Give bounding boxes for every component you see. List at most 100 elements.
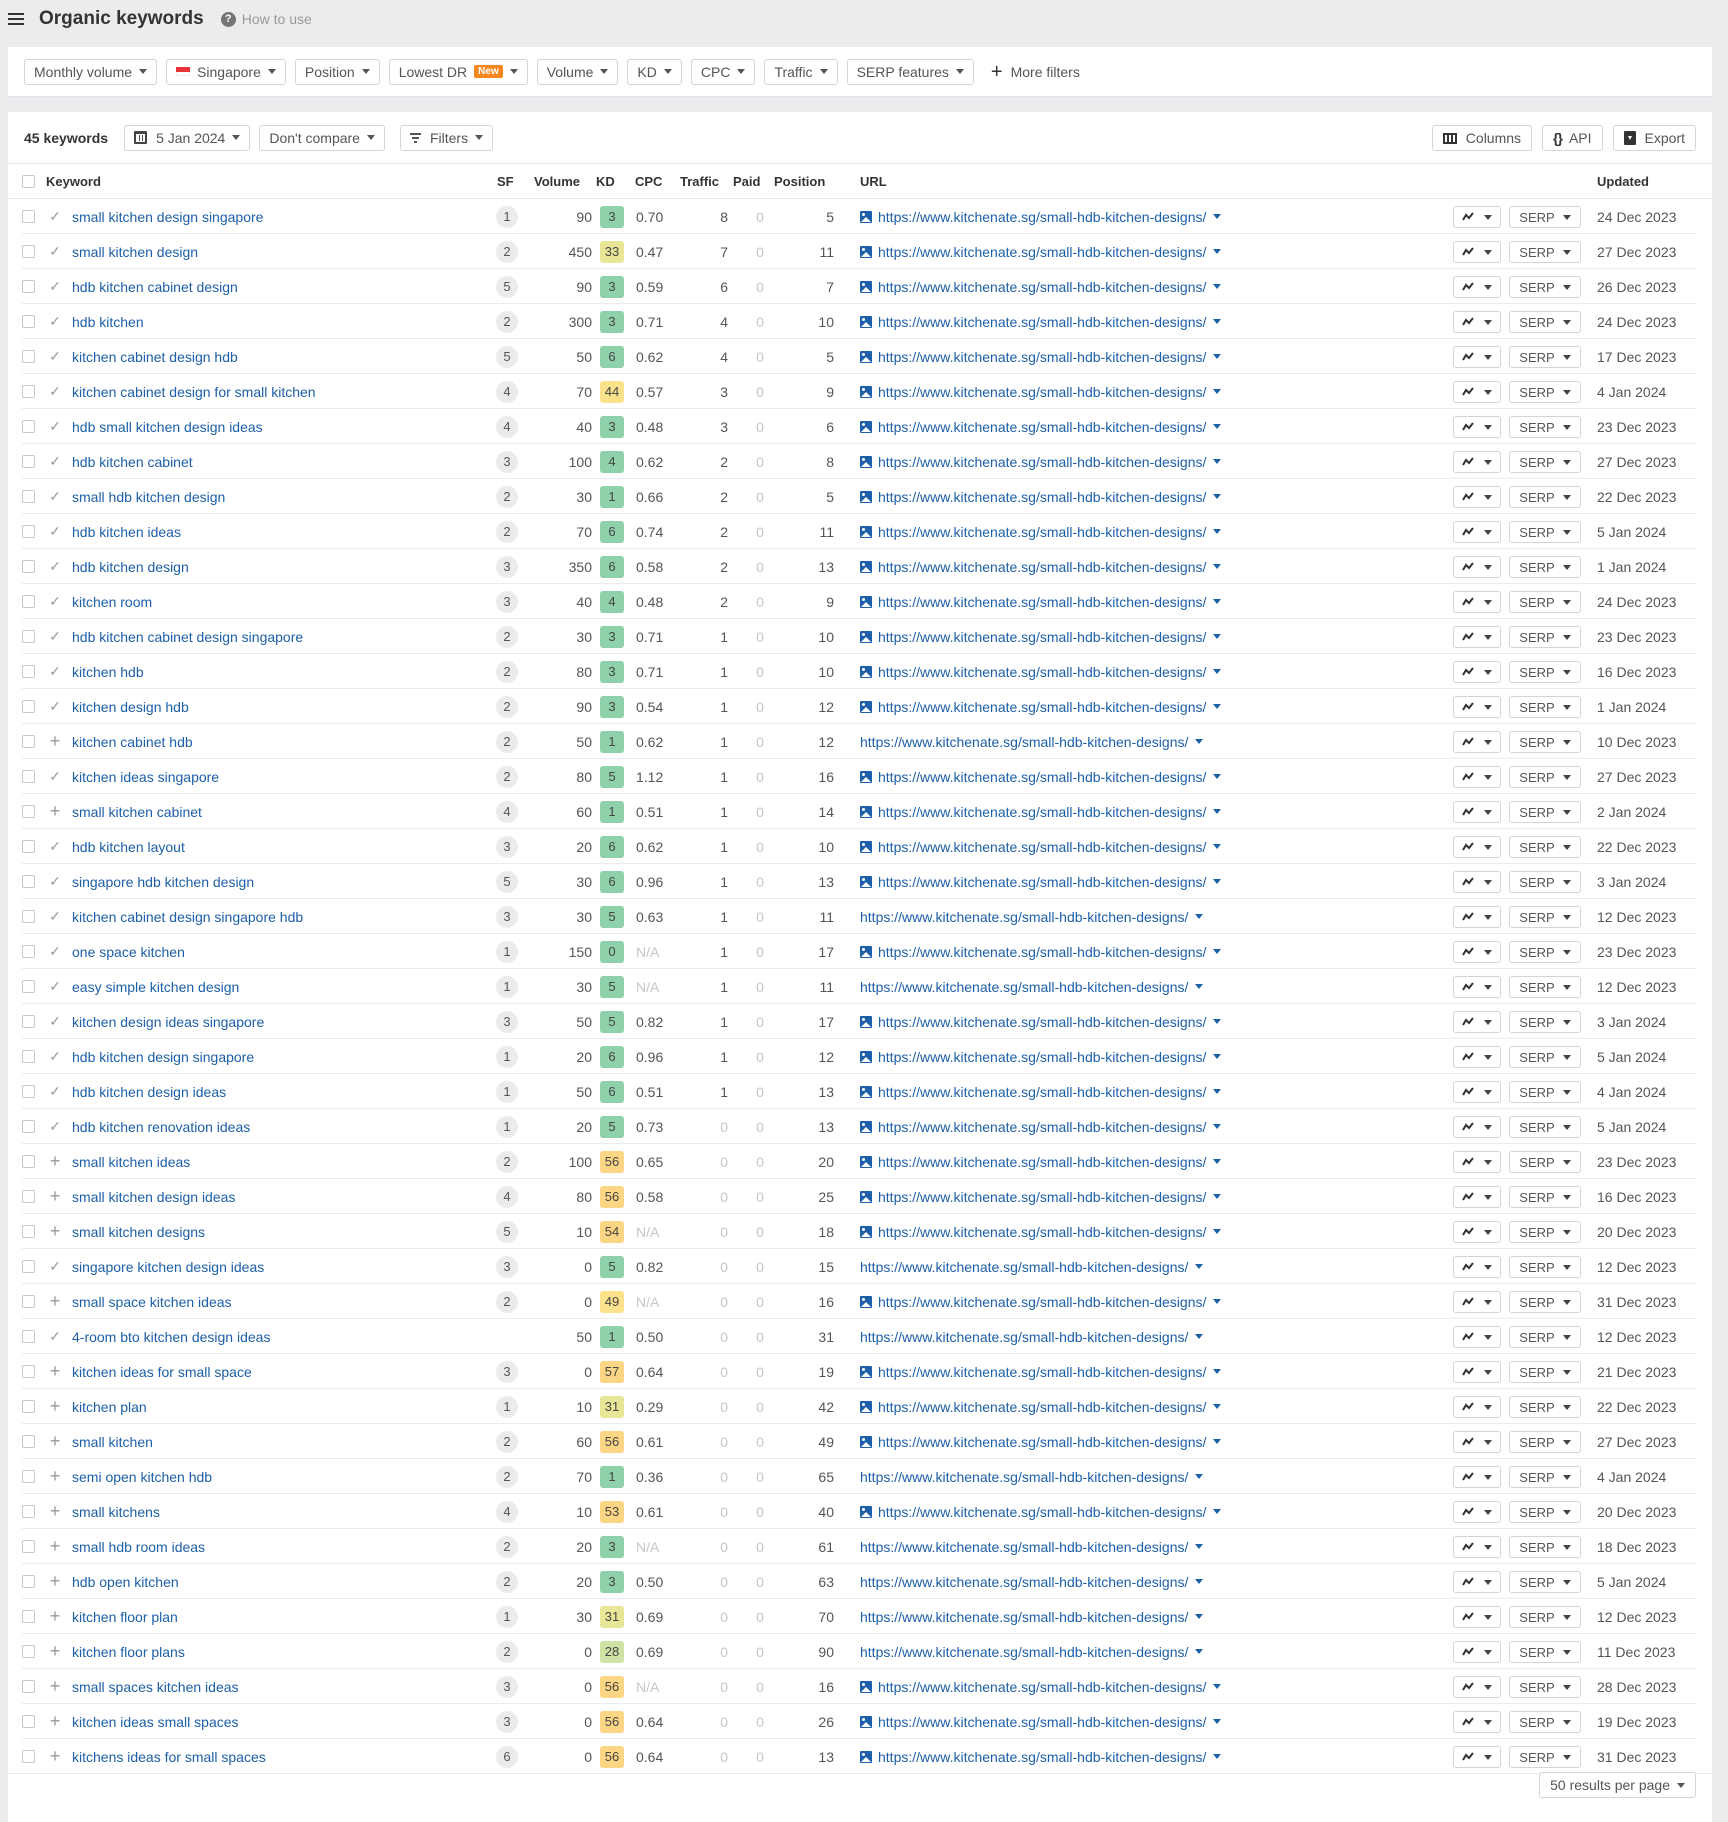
add-plus-icon[interactable]: + bbox=[48, 1179, 62, 1214]
caret-down-icon[interactable] bbox=[1195, 1544, 1204, 1549]
checkmark-icon[interactable]: ✓ bbox=[48, 1039, 62, 1074]
url-link[interactable]: https://www.kitchenate.sg/small-hdb-kitc… bbox=[860, 549, 1222, 584]
keyword-link[interactable]: kitchen ideas small spaces bbox=[72, 1704, 239, 1739]
position-history-button[interactable] bbox=[1453, 941, 1501, 963]
position-history-button[interactable] bbox=[1453, 1606, 1501, 1628]
add-plus-icon[interactable]: + bbox=[48, 1354, 62, 1389]
sf-badge[interactable]: 2 bbox=[496, 695, 518, 718]
caret-down-icon[interactable] bbox=[1195, 1579, 1204, 1584]
caret-down-icon[interactable] bbox=[1213, 1439, 1222, 1444]
add-plus-icon[interactable]: + bbox=[48, 1704, 62, 1739]
serp-dropdown[interactable]: SERP bbox=[1509, 1081, 1581, 1103]
keyword-link[interactable]: small kitchen design ideas bbox=[72, 1179, 235, 1214]
url-link[interactable]: https://www.kitchenate.sg/small-hdb-kitc… bbox=[860, 759, 1222, 794]
checkmark-icon[interactable]: ✓ bbox=[48, 1074, 62, 1109]
caret-down-icon[interactable] bbox=[1213, 1299, 1222, 1304]
serp-dropdown[interactable]: SERP bbox=[1509, 1676, 1581, 1698]
add-plus-icon[interactable]: + bbox=[48, 1669, 62, 1704]
row-checkbox[interactable] bbox=[22, 630, 35, 643]
caret-down-icon[interactable] bbox=[1213, 1684, 1222, 1689]
serp-dropdown[interactable]: SERP bbox=[1509, 1361, 1581, 1383]
sf-badge[interactable]: 2 bbox=[496, 310, 518, 333]
row-checkbox[interactable] bbox=[22, 945, 35, 958]
keyword-link[interactable]: hdb kitchen cabinet bbox=[72, 444, 193, 479]
sf-badge[interactable]: 3 bbox=[496, 1710, 518, 1733]
url-link[interactable]: https://www.kitchenate.sg/small-hdb-kitc… bbox=[860, 689, 1222, 724]
add-plus-icon[interactable]: + bbox=[48, 1459, 62, 1494]
filter-position-dropdown[interactable]: Position bbox=[294, 58, 380, 85]
url-link[interactable]: https://www.kitchenate.sg/small-hdb-kitc… bbox=[860, 1249, 1204, 1284]
serp-dropdown[interactable]: SERP bbox=[1509, 1221, 1581, 1243]
filter-serp-features-dropdown[interactable]: SERP features bbox=[846, 58, 974, 85]
position-history-button[interactable] bbox=[1453, 206, 1501, 228]
position-history-button[interactable] bbox=[1453, 1711, 1501, 1733]
keyword-link[interactable]: small hdb kitchen design bbox=[72, 479, 225, 514]
checkmark-icon[interactable]: ✓ bbox=[48, 269, 62, 304]
sf-badge[interactable]: 3 bbox=[496, 905, 518, 928]
caret-down-icon[interactable] bbox=[1195, 1649, 1204, 1654]
position-history-button[interactable] bbox=[1453, 1291, 1501, 1313]
keyword-link[interactable]: small kitchens bbox=[72, 1494, 160, 1529]
position-history-button[interactable] bbox=[1453, 1466, 1501, 1488]
keyword-link[interactable]: hdb small kitchen design ideas bbox=[72, 409, 263, 444]
position-history-button[interactable] bbox=[1453, 1676, 1501, 1698]
checkmark-icon[interactable]: ✓ bbox=[48, 864, 62, 899]
row-checkbox[interactable] bbox=[22, 595, 35, 608]
serp-dropdown[interactable]: SERP bbox=[1509, 1501, 1581, 1523]
keyword-link[interactable]: small kitchen design bbox=[72, 234, 198, 269]
checkmark-icon[interactable]: ✓ bbox=[48, 1319, 62, 1354]
url-link[interactable]: https://www.kitchenate.sg/small-hdb-kitc… bbox=[860, 1389, 1222, 1424]
sf-badge[interactable]: 2 bbox=[496, 1430, 518, 1453]
sf-badge[interactable]: 3 bbox=[496, 1675, 518, 1698]
keyword-link[interactable]: 4-room bto kitchen design ideas bbox=[72, 1319, 270, 1354]
position-history-button[interactable] bbox=[1453, 1396, 1501, 1418]
row-checkbox[interactable] bbox=[22, 210, 35, 223]
checkmark-icon[interactable]: ✓ bbox=[48, 829, 62, 864]
caret-down-icon[interactable] bbox=[1213, 494, 1222, 499]
row-checkbox[interactable] bbox=[22, 315, 35, 328]
keyword-link[interactable]: hdb kitchen renovation ideas bbox=[72, 1109, 250, 1144]
sf-badge[interactable]: 2 bbox=[496, 730, 518, 753]
serp-dropdown[interactable]: SERP bbox=[1509, 871, 1581, 893]
add-plus-icon[interactable]: + bbox=[48, 1284, 62, 1319]
position-history-button[interactable] bbox=[1453, 556, 1501, 578]
position-history-button[interactable] bbox=[1453, 1431, 1501, 1453]
add-plus-icon[interactable]: + bbox=[48, 1599, 62, 1634]
keyword-link[interactable]: small kitchen cabinet bbox=[72, 794, 202, 829]
caret-down-icon[interactable] bbox=[1213, 634, 1222, 639]
keyword-link[interactable]: hdb kitchen cabinet design bbox=[72, 269, 238, 304]
caret-down-icon[interactable] bbox=[1213, 249, 1222, 254]
filter-singapore-dropdown[interactable]: Singapore bbox=[166, 58, 286, 85]
caret-down-icon[interactable] bbox=[1213, 1019, 1222, 1024]
filter-cpc-dropdown[interactable]: CPC bbox=[690, 58, 756, 85]
serp-dropdown[interactable]: SERP bbox=[1509, 1711, 1581, 1733]
url-link[interactable]: https://www.kitchenate.sg/small-hdb-kitc… bbox=[860, 199, 1222, 234]
checkmark-icon[interactable]: ✓ bbox=[48, 899, 62, 934]
row-checkbox[interactable] bbox=[22, 1295, 35, 1308]
position-history-button[interactable] bbox=[1453, 591, 1501, 613]
filter-traffic-dropdown[interactable]: Traffic bbox=[764, 58, 838, 85]
caret-down-icon[interactable] bbox=[1213, 704, 1222, 709]
add-plus-icon[interactable]: + bbox=[48, 1144, 62, 1179]
serp-dropdown[interactable]: SERP bbox=[1509, 731, 1581, 753]
date-picker-button[interactable]: 5 Jan 2024 bbox=[124, 124, 251, 151]
row-checkbox[interactable] bbox=[22, 1680, 35, 1693]
serp-dropdown[interactable]: SERP bbox=[1509, 1746, 1581, 1768]
caret-down-icon[interactable] bbox=[1213, 1509, 1222, 1514]
position-history-button[interactable] bbox=[1453, 1536, 1501, 1558]
caret-down-icon[interactable] bbox=[1213, 1054, 1222, 1059]
row-checkbox[interactable] bbox=[22, 1155, 35, 1168]
serp-dropdown[interactable]: SERP bbox=[1509, 696, 1581, 718]
keyword-link[interactable]: kitchen design ideas singapore bbox=[72, 1004, 264, 1039]
position-history-button[interactable] bbox=[1453, 801, 1501, 823]
row-checkbox[interactable] bbox=[22, 805, 35, 818]
url-link[interactable]: https://www.kitchenate.sg/small-hdb-kitc… bbox=[860, 269, 1222, 304]
keyword-link[interactable]: kitchen ideas for small space bbox=[72, 1354, 252, 1389]
caret-down-icon[interactable] bbox=[1213, 1229, 1222, 1234]
compare-dropdown[interactable]: Don't compare bbox=[259, 124, 385, 151]
url-link[interactable]: https://www.kitchenate.sg/small-hdb-kitc… bbox=[860, 794, 1222, 829]
filter-kd-dropdown[interactable]: KD bbox=[627, 58, 682, 85]
checkmark-icon[interactable]: ✓ bbox=[48, 549, 62, 584]
row-checkbox[interactable] bbox=[22, 1015, 35, 1028]
serp-dropdown[interactable]: SERP bbox=[1509, 521, 1581, 543]
